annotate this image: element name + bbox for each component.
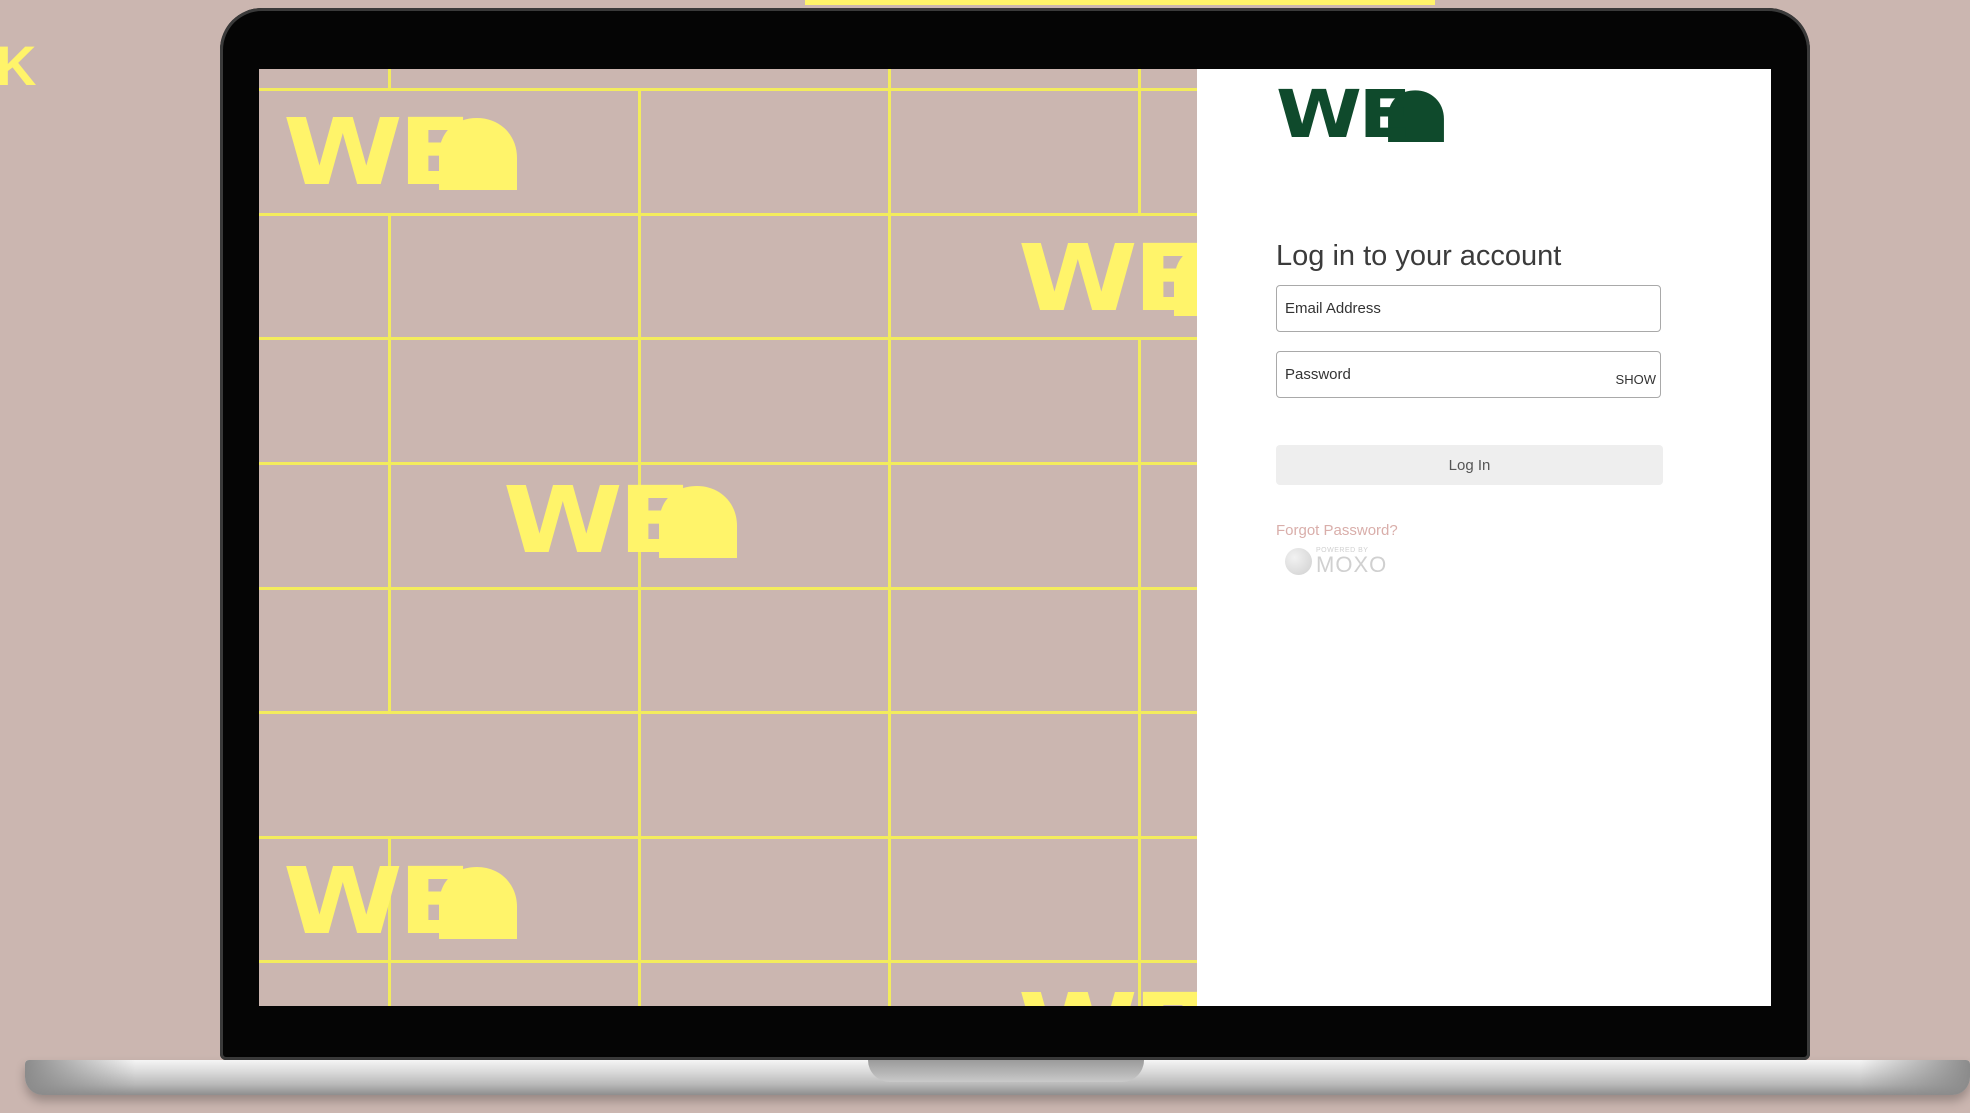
show-password-toggle[interactable]: SHOW xyxy=(1616,372,1656,387)
grid-line xyxy=(259,836,1197,839)
password-input[interactable] xyxy=(1277,352,1605,397)
grid-line xyxy=(259,337,1197,340)
brand-logo: WE xyxy=(1276,82,1444,148)
laptop-screen: WE WE WE WE WE WE Log in to your account xyxy=(259,69,1771,1006)
password-field[interactable]: SHOW xyxy=(1276,351,1661,398)
grid-line xyxy=(259,711,1197,714)
grid-line xyxy=(1138,337,1141,1006)
brand-artwork-panel: WE WE WE WE WE xyxy=(259,69,1197,1006)
login-panel: WE Log in to your account SHOW Log In Fo… xyxy=(1197,69,1771,1006)
grid-line xyxy=(888,69,891,1006)
corner-mark: K xyxy=(0,34,37,97)
page-title: Log in to your account xyxy=(1276,240,1562,273)
forgot-password-link[interactable]: Forgot Password? xyxy=(1276,522,1398,539)
grid-line xyxy=(259,960,1197,963)
grid-line xyxy=(388,213,391,711)
brand-logo: WE xyxy=(503,475,738,567)
grid-line xyxy=(388,69,391,88)
grid-line xyxy=(259,213,1197,216)
laptop-notch xyxy=(868,1060,1144,1082)
grid-line xyxy=(259,587,1197,590)
brand-logo: WE xyxy=(1018,233,1197,325)
grid-line xyxy=(1138,69,1141,213)
moxo-logo-icon xyxy=(1285,548,1312,575)
email-input[interactable] xyxy=(1277,286,1605,331)
brand-logo: WE xyxy=(283,107,518,199)
top-strip xyxy=(805,0,1435,5)
powered-by-badge: POWERED BY MOXO xyxy=(1285,547,1387,576)
grid-line xyxy=(259,462,1197,465)
login-button[interactable]: Log In xyxy=(1276,445,1663,485)
brand-logo: WE xyxy=(283,856,518,948)
grid-line xyxy=(259,88,1197,91)
brand-logo: WE xyxy=(1018,982,1197,1006)
email-field[interactable] xyxy=(1276,285,1661,332)
moxo-wordmark: MOXO xyxy=(1316,552,1388,577)
